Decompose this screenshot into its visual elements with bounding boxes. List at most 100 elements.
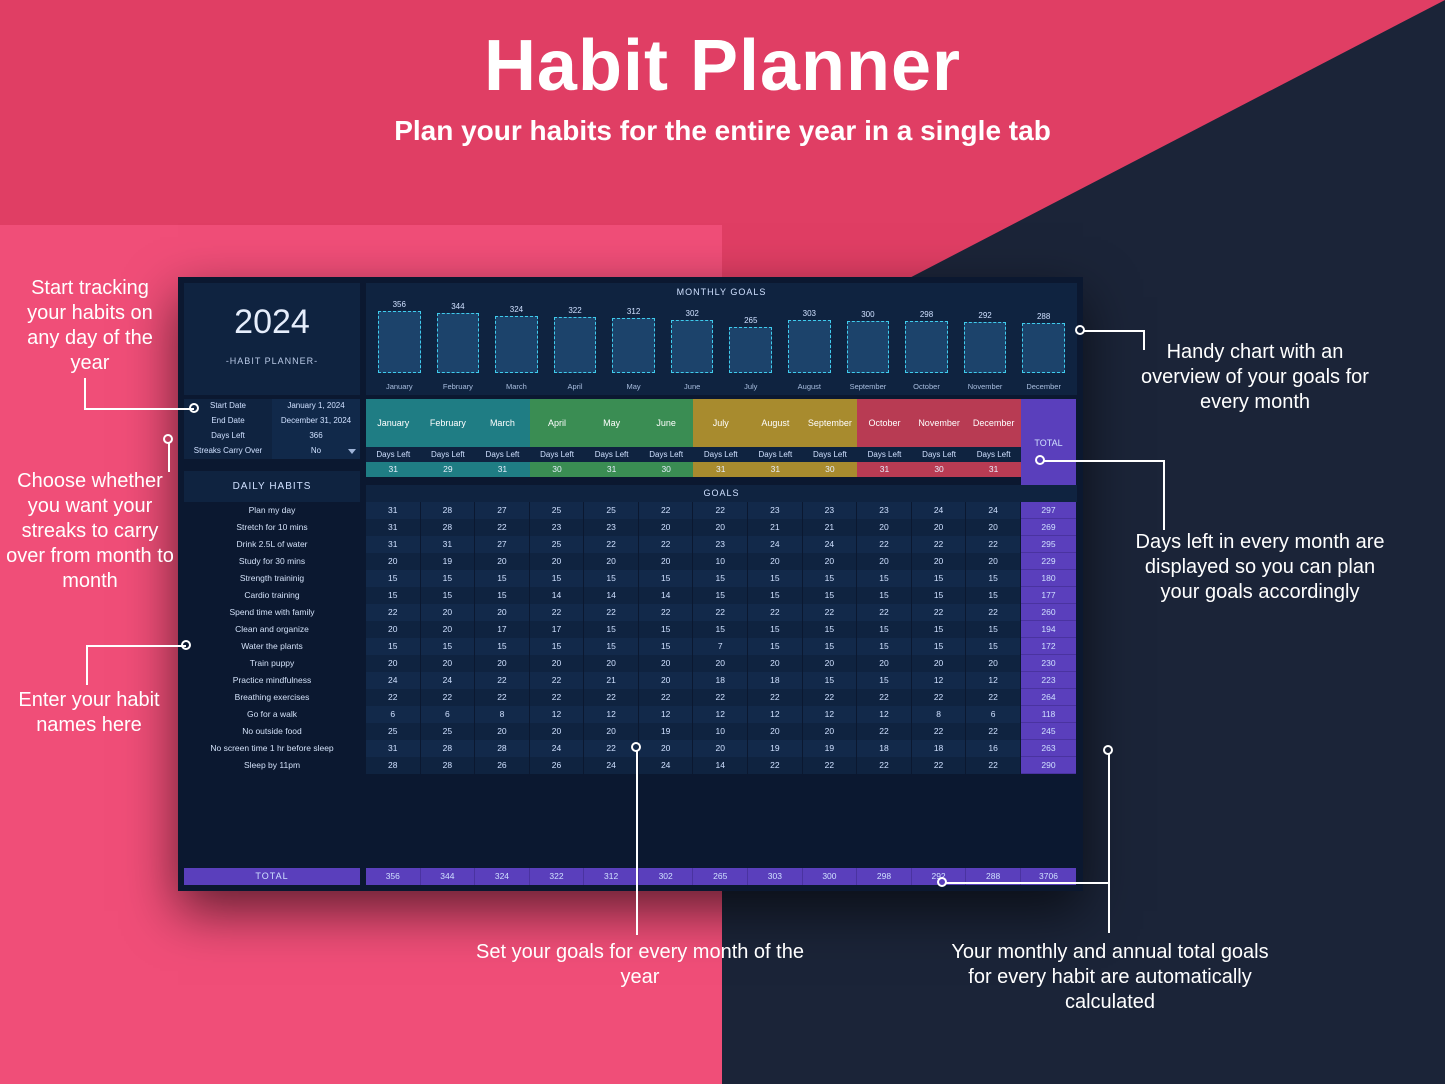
goal-cell[interactable]: 20 bbox=[366, 655, 421, 672]
goal-cell[interactable]: 24 bbox=[366, 672, 421, 689]
goal-cell[interactable]: 20 bbox=[912, 553, 967, 570]
goal-cell[interactable]: 20 bbox=[912, 519, 967, 536]
goal-cell[interactable]: 20 bbox=[475, 723, 530, 740]
goal-cell[interactable]: 17 bbox=[530, 621, 585, 638]
goal-cell[interactable]: 20 bbox=[421, 604, 476, 621]
goal-cell[interactable]: 18 bbox=[912, 740, 967, 757]
goal-cell[interactable]: 20 bbox=[421, 621, 476, 638]
goal-cell[interactable]: 20 bbox=[530, 655, 585, 672]
habit-row[interactable]: Study for 30 mins bbox=[184, 553, 360, 570]
goal-cell[interactable]: 12 bbox=[530, 706, 585, 723]
goal-cell[interactable]: 22 bbox=[366, 689, 421, 706]
goal-cell[interactable]: 15 bbox=[693, 621, 748, 638]
goal-cell[interactable]: 20 bbox=[966, 519, 1021, 536]
goal-cell[interactable]: 15 bbox=[966, 570, 1021, 587]
goal-cell[interactable]: 20 bbox=[966, 553, 1021, 570]
goal-cell[interactable]: 20 bbox=[366, 621, 421, 638]
goal-cell[interactable]: 20 bbox=[803, 723, 858, 740]
goal-cell[interactable]: 31 bbox=[366, 502, 421, 519]
goal-cell[interactable]: 20 bbox=[584, 723, 639, 740]
goal-cell[interactable]: 23 bbox=[857, 502, 912, 519]
goal-cell[interactable]: 15 bbox=[912, 570, 967, 587]
goal-cell[interactable]: 18 bbox=[748, 672, 803, 689]
goal-cell[interactable]: 23 bbox=[530, 519, 585, 536]
goal-cell[interactable]: 22 bbox=[803, 689, 858, 706]
goal-cell[interactable]: 24 bbox=[912, 502, 967, 519]
goal-cell[interactable]: 15 bbox=[857, 621, 912, 638]
month-header[interactable]: December bbox=[966, 399, 1021, 447]
habit-row[interactable]: Plan my day bbox=[184, 502, 360, 519]
habit-row[interactable]: Spend time with family bbox=[184, 604, 360, 621]
goal-cell[interactable]: 22 bbox=[857, 604, 912, 621]
goal-cell[interactable]: 22 bbox=[530, 604, 585, 621]
goal-cell[interactable]: 6 bbox=[966, 706, 1021, 723]
goal-cell[interactable]: 20 bbox=[639, 519, 694, 536]
goal-cell[interactable]: 14 bbox=[530, 587, 585, 604]
goal-cell[interactable]: 22 bbox=[584, 604, 639, 621]
goal-cell[interactable]: 20 bbox=[857, 655, 912, 672]
goal-cell[interactable]: 31 bbox=[366, 519, 421, 536]
goal-cell[interactable]: 23 bbox=[803, 502, 858, 519]
goal-cell[interactable]: 15 bbox=[421, 638, 476, 655]
goal-cell[interactable]: 20 bbox=[693, 655, 748, 672]
goal-cell[interactable]: 12 bbox=[584, 706, 639, 723]
goal-cell[interactable]: 15 bbox=[966, 621, 1021, 638]
goal-cell[interactable]: 22 bbox=[857, 536, 912, 553]
goal-cell[interactable]: 20 bbox=[748, 553, 803, 570]
goal-cell[interactable]: 20 bbox=[639, 655, 694, 672]
goal-cell[interactable]: 22 bbox=[530, 689, 585, 706]
goal-cell[interactable]: 12 bbox=[803, 706, 858, 723]
goal-cell[interactable]: 20 bbox=[912, 655, 967, 672]
goal-cell[interactable]: 22 bbox=[803, 604, 858, 621]
goal-cell[interactable]: 22 bbox=[966, 536, 1021, 553]
goal-cell[interactable]: 12 bbox=[639, 706, 694, 723]
goal-cell[interactable]: 22 bbox=[803, 757, 858, 774]
goal-cell[interactable]: 15 bbox=[803, 621, 858, 638]
goal-cell[interactable]: 20 bbox=[530, 553, 585, 570]
goal-cell[interactable]: 28 bbox=[421, 740, 476, 757]
goal-cell[interactable]: 22 bbox=[857, 757, 912, 774]
goal-cell[interactable]: 19 bbox=[639, 723, 694, 740]
goal-cell[interactable]: 31 bbox=[421, 536, 476, 553]
goal-cell[interactable]: 15 bbox=[366, 587, 421, 604]
goal-cell[interactable]: 15 bbox=[584, 638, 639, 655]
habit-row[interactable]: Go for a walk bbox=[184, 706, 360, 723]
habit-row[interactable]: Train puppy bbox=[184, 655, 360, 672]
habit-row[interactable]: Clean and organize bbox=[184, 621, 360, 638]
goal-cell[interactable]: 22 bbox=[966, 723, 1021, 740]
month-header[interactable]: October bbox=[857, 399, 912, 447]
goal-cell[interactable]: 14 bbox=[639, 587, 694, 604]
goal-cell[interactable]: 22 bbox=[366, 604, 421, 621]
month-header[interactable]: June bbox=[639, 399, 694, 447]
habit-row[interactable]: Practice mindfulness bbox=[184, 672, 360, 689]
goal-cell[interactable]: 12 bbox=[693, 706, 748, 723]
goal-cell[interactable]: 15 bbox=[530, 638, 585, 655]
goal-cell[interactable]: 25 bbox=[366, 723, 421, 740]
goal-cell[interactable]: 22 bbox=[748, 604, 803, 621]
goal-cell[interactable]: 22 bbox=[475, 689, 530, 706]
goal-cell[interactable]: 23 bbox=[584, 519, 639, 536]
goal-cell[interactable]: 22 bbox=[475, 519, 530, 536]
habit-row[interactable]: Stretch for 10 mins bbox=[184, 519, 360, 536]
goal-cell[interactable]: 28 bbox=[475, 740, 530, 757]
goal-cell[interactable]: 25 bbox=[584, 502, 639, 519]
goal-cell[interactable]: 15 bbox=[584, 621, 639, 638]
month-header[interactable]: February bbox=[421, 399, 476, 447]
goal-cell[interactable]: 20 bbox=[639, 740, 694, 757]
goal-cell[interactable]: 7 bbox=[693, 638, 748, 655]
month-header[interactable]: November bbox=[912, 399, 967, 447]
goal-cell[interactable]: 20 bbox=[693, 519, 748, 536]
goal-cell[interactable]: 12 bbox=[912, 672, 967, 689]
goal-cell[interactable]: 22 bbox=[966, 757, 1021, 774]
habit-row[interactable]: No screen time 1 hr before sleep bbox=[184, 740, 360, 757]
goal-cell[interactable]: 22 bbox=[966, 604, 1021, 621]
goal-cell[interactable]: 22 bbox=[966, 689, 1021, 706]
habit-row[interactable]: Strength traininig bbox=[184, 570, 360, 587]
goal-cell[interactable]: 14 bbox=[693, 757, 748, 774]
goal-cell[interactable]: 20 bbox=[966, 655, 1021, 672]
goal-cell[interactable]: 15 bbox=[475, 638, 530, 655]
goal-cell[interactable]: 15 bbox=[748, 621, 803, 638]
goal-cell[interactable]: 15 bbox=[803, 672, 858, 689]
goal-cell[interactable]: 15 bbox=[857, 638, 912, 655]
goal-cell[interactable]: 28 bbox=[421, 502, 476, 519]
